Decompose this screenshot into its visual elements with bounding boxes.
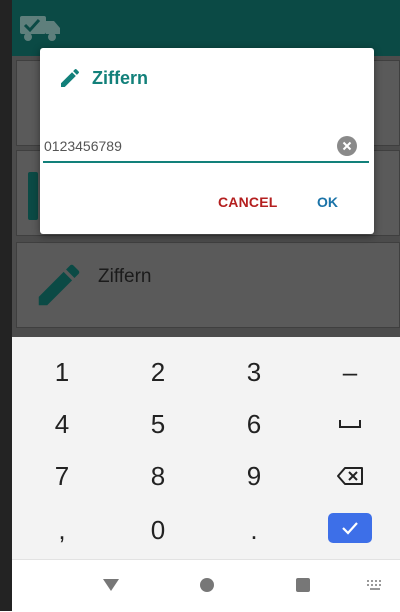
digits-input[interactable] — [44, 136, 334, 156]
list-item-label: Ziffern — [98, 266, 152, 287]
home-button[interactable] — [196, 574, 218, 596]
key-0[interactable]: 0 — [118, 507, 198, 553]
key-2[interactable]: 2 — [118, 349, 198, 395]
numeric-keyboard: 1 2 3 – 4 5 6 7 8 9 , 0 . — [12, 337, 400, 559]
key-period[interactable]: . — [214, 507, 294, 553]
key-7[interactable]: 7 — [22, 453, 102, 499]
cancel-button[interactable]: CANCEL — [218, 194, 278, 210]
key-backspace[interactable] — [310, 453, 390, 499]
key-1[interactable]: 1 — [22, 349, 102, 395]
backspace-icon — [337, 467, 363, 485]
keyboard-done-button[interactable] — [328, 513, 372, 543]
dialog-title: Ziffern — [92, 68, 148, 88]
keyboard-switch-button[interactable] — [364, 574, 386, 596]
back-button[interactable] — [100, 574, 122, 596]
space-icon — [339, 420, 361, 428]
ok-button[interactable]: OK — [317, 194, 338, 210]
key-space[interactable] — [310, 401, 390, 447]
back-icon — [103, 579, 119, 591]
key-9[interactable]: 9 — [214, 453, 294, 499]
input-underline — [43, 161, 369, 163]
key-minus[interactable]: – — [310, 349, 390, 395]
truck-check-icon — [20, 16, 60, 41]
pencil-icon — [61, 68, 80, 87]
key-3[interactable]: 3 — [214, 349, 294, 395]
screen-left-edge — [0, 0, 12, 611]
key-4[interactable]: 4 — [22, 401, 102, 447]
clear-icon[interactable] — [337, 136, 357, 156]
keyboard-switch-icon — [367, 580, 381, 590]
list-item-accent — [28, 172, 38, 220]
system-navigation-bar — [12, 559, 400, 612]
home-icon — [200, 578, 214, 592]
key-8[interactable]: 8 — [118, 453, 198, 499]
key-5[interactable]: 5 — [118, 401, 198, 447]
recents-icon — [296, 578, 310, 592]
edit-dialog: Ziffern CANCEL OK — [40, 48, 374, 234]
pencil-icon — [38, 264, 80, 306]
recents-button[interactable] — [292, 574, 314, 596]
key-comma[interactable]: , — [22, 507, 102, 553]
done-icon — [342, 522, 358, 535]
key-6[interactable]: 6 — [214, 401, 294, 447]
